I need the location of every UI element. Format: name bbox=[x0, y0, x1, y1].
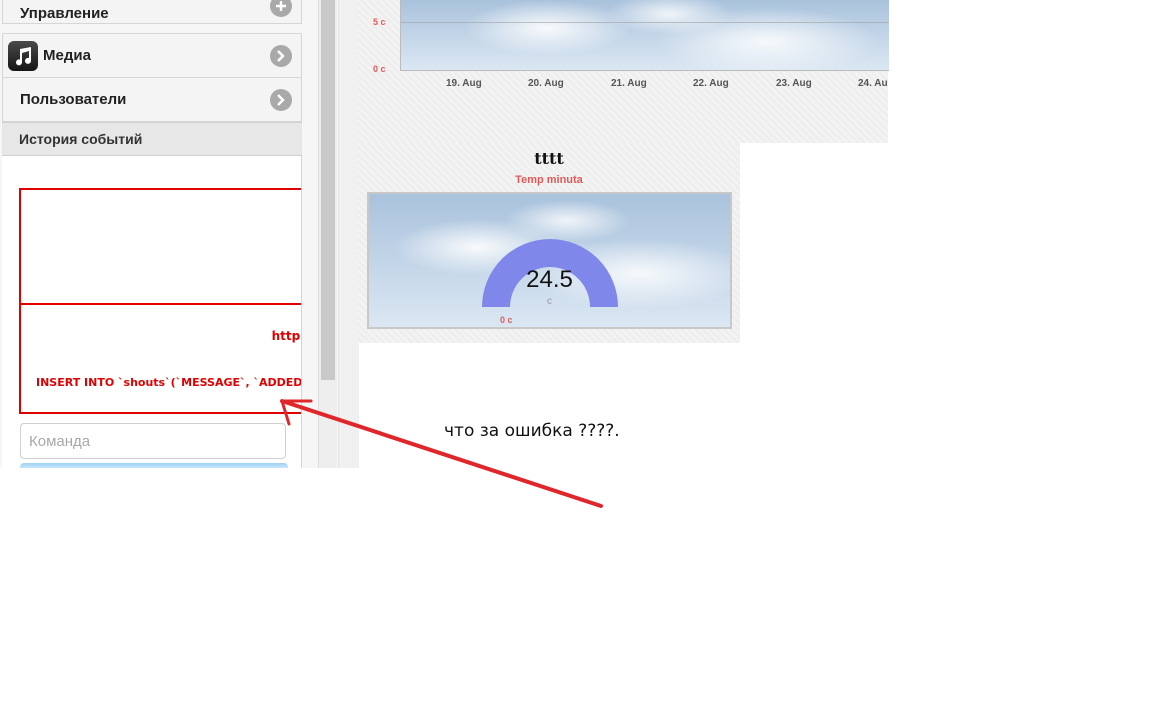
send-button[interactable] bbox=[20, 463, 288, 468]
x-tick-label: 24. Au bbox=[858, 78, 888, 89]
sidebar-item-users[interactable]: Пользователи bbox=[2, 77, 302, 122]
command-input[interactable] bbox=[20, 423, 286, 459]
x-tick-label: 19. Aug bbox=[446, 78, 482, 89]
content-gutter bbox=[338, 0, 359, 468]
sidebar-scrollbar-thumb[interactable] bbox=[321, 0, 335, 380]
error-sql: INSERT INTO `shouts`(`MESSAGE`, `ADDED bbox=[36, 376, 302, 389]
chart-plot-area bbox=[400, 0, 889, 71]
sidebar: Управление Медиа Пользователи История со… bbox=[0, 0, 338, 468]
event-history-header: История событий bbox=[2, 122, 302, 156]
gridline bbox=[401, 22, 889, 23]
x-tick-label: 23. Aug bbox=[776, 78, 812, 89]
history-chart: 5 c 0 c 19. Aug 20. Aug 21. Aug 22. Aug … bbox=[358, 0, 889, 143]
x-axis-ticks: 19. Aug 20. Aug 21. Aug 22. Aug 23. Aug … bbox=[358, 78, 888, 92]
gauge-svg bbox=[482, 239, 618, 307]
sidebar-item-media[interactable]: Медиа bbox=[2, 33, 302, 78]
gauge-unit: c bbox=[547, 296, 552, 307]
error-url: http: bbox=[271, 329, 302, 343]
error-message: http: INSERT INTO `shouts`(`MESSAGE`, `A… bbox=[19, 303, 302, 414]
plus-icon[interactable] bbox=[270, 0, 292, 17]
x-tick-label: 22. Aug bbox=[693, 78, 729, 89]
sidebar-item-manage[interactable]: Управление bbox=[2, 0, 302, 24]
y-tick-label: 0 c bbox=[373, 64, 386, 74]
error-frame bbox=[19, 188, 301, 305]
x-tick-label: 20. Aug bbox=[528, 78, 564, 89]
gauge-subtitle: Temp minuta bbox=[515, 174, 583, 186]
chevron-right-icon[interactable] bbox=[270, 88, 292, 111]
y-tick-label: 5 c bbox=[373, 17, 386, 27]
gauge-plot-area: 24.5 c bbox=[367, 192, 732, 329]
gauge-widget: tttt Temp minuta 24.5 c 0 c bbox=[358, 143, 740, 343]
sidebar-item-label: Медиа bbox=[43, 47, 91, 64]
gauge-value: 24.5 bbox=[526, 266, 573, 293]
sidebar-item-label: Пользователи bbox=[20, 91, 127, 108]
music-note-icon bbox=[8, 40, 38, 71]
gauge-title: tttt bbox=[534, 149, 564, 168]
chevron-right-icon[interactable] bbox=[270, 44, 292, 67]
sidebar-item-label: Управление bbox=[20, 4, 109, 22]
gauge-min-label: 0 c bbox=[500, 315, 513, 325]
annotation-text: что за ошибка ????. bbox=[444, 421, 620, 441]
x-tick-label: 21. Aug bbox=[611, 78, 647, 89]
event-history-panel: http: INSERT INTO `shouts`(`MESSAGE`, `A… bbox=[2, 156, 302, 468]
